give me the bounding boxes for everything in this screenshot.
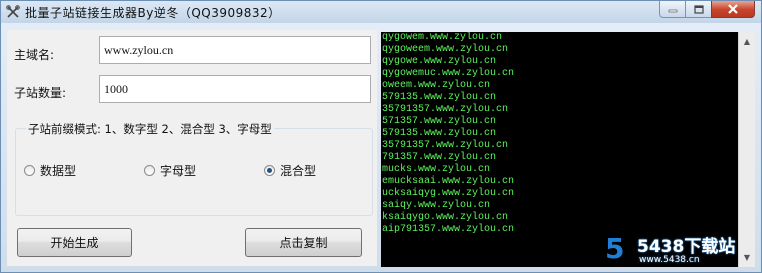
output-line: ucksaiqyg.www.zylou.cn (382, 188, 515, 199)
maximize-button[interactable] (685, 1, 711, 18)
count-label: 子站数量: (14, 86, 67, 100)
output-line: 579135.www.zylou.cn (382, 128, 497, 139)
domain-input[interactable]: www.zylou.cn (99, 36, 371, 64)
watermark-text: 5438下载站 (637, 237, 736, 257)
output-line: ksaiqygo.www.zylou.cn (382, 212, 509, 223)
maximize-icon (693, 4, 704, 14)
output-line: 791357.www.zylou.cn (382, 152, 497, 163)
watermark-url: www.5438.cn (639, 255, 700, 265)
output-lines: qygowem.www.zylou.cn qygoweem.www.zylou.c… (381, 32, 738, 236)
minimize-button[interactable] (659, 1, 685, 18)
output-line: qygowemuc.www.zylou.cn (382, 68, 515, 79)
output-line: qygowem.www.zylou.cn (382, 32, 503, 43)
prefix-mode-group: 子站前缀模式: 1、数字型 2、混合型 3、字母型 数据型 字母型 混合型 (15, 121, 373, 216)
radio-alpha-dot[interactable] (144, 165, 155, 176)
count-input[interactable]: 1000 (99, 75, 371, 103)
copy-button[interactable]: 点击复制 (245, 228, 362, 257)
output-line: 579135.www.zylou.cn (382, 92, 497, 103)
window-controls (659, 1, 755, 19)
output-line: oweem.www.zylou.cn (382, 80, 491, 91)
form-panel: 主域名: www.zylou.cn 子站数量: 1000 子站前缀模式: 1、数… (7, 30, 377, 266)
radio-numeric-dot[interactable] (24, 165, 35, 176)
watermark-logo: 5 (605, 232, 625, 265)
radio-alpha[interactable]: 字母型 (144, 162, 196, 179)
prefix-mode-title: 子站前缀模式: 1、数字型 2、混合型 3、字母型 (26, 121, 274, 137)
output-line: saiqy.www.zylou.cn (382, 200, 491, 211)
start-generate-button[interactable]: 开始生成 (17, 228, 132, 257)
scroll-up-icon[interactable]: ▲ (739, 33, 755, 50)
output-line: qygowe.www.zylou.cn (382, 56, 497, 67)
output-line: mucks.www.zylou.cn (382, 164, 491, 175)
output-line: 35791357.www.zylou.cn (382, 140, 509, 151)
output-line: 35791357.www.zylou.cn (382, 104, 509, 115)
radio-mixed-dot[interactable] (264, 165, 275, 176)
close-icon (728, 4, 738, 14)
radio-numeric[interactable]: 数据型 (24, 162, 76, 179)
app-icon (6, 5, 20, 18)
radio-alpha-label: 字母型 (160, 164, 197, 178)
domain-label: 主域名: (14, 48, 55, 62)
output-line: 571357.www.zylou.cn (382, 116, 497, 127)
radio-mixed-label: 混合型 (280, 164, 317, 178)
minimize-icon (668, 9, 677, 13)
output-line: qygoweem.www.zylou.cn (382, 44, 509, 55)
window-title: 批量子站链接生成器By逆冬（QQ3909832） (25, 6, 281, 20)
app-window: 批量子站链接生成器By逆冬（QQ3909832） 主域名: www.zylou.… (0, 0, 762, 273)
title-bar[interactable]: 批量子站链接生成器By逆冬（QQ3909832） (1, 1, 761, 23)
close-button[interactable] (711, 1, 755, 18)
radio-numeric-label: 数据型 (40, 164, 77, 178)
radio-mixed[interactable]: 混合型 (264, 162, 316, 179)
output-line: emucksaai.www.zylou.cn (382, 176, 515, 187)
site-watermark: 5 5438下载站 www.5438.cn (605, 230, 761, 270)
